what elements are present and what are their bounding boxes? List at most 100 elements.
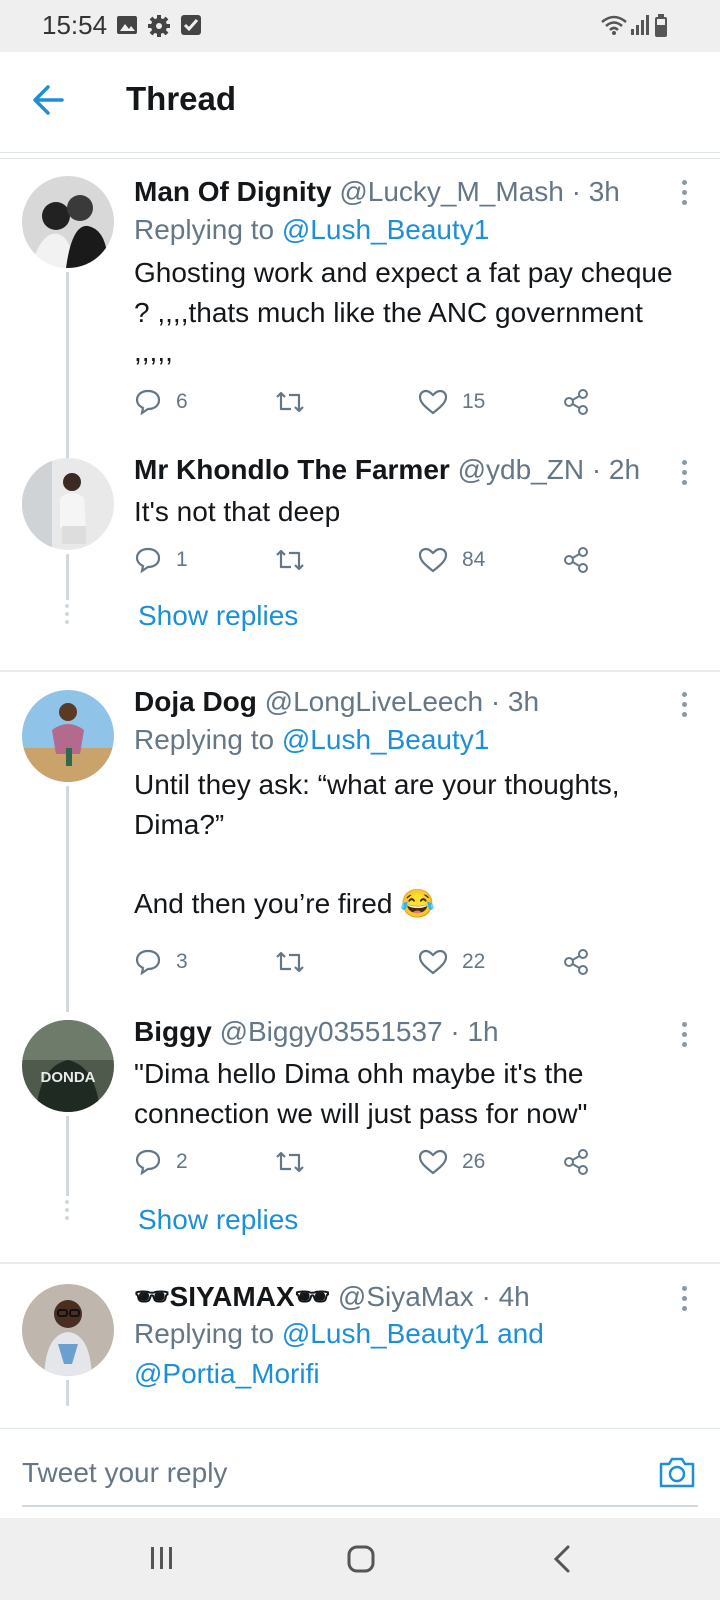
mention-link[interactable]: @Lush_Beauty1 bbox=[282, 214, 489, 245]
thread-line bbox=[66, 786, 69, 1012]
check-notification-icon bbox=[181, 15, 201, 35]
share-icon bbox=[564, 949, 588, 975]
author-handle: @SiyaMax · 4h bbox=[337, 1281, 530, 1312]
more-icon[interactable] bbox=[682, 1022, 687, 1052]
back-arrow-icon[interactable] bbox=[30, 82, 66, 118]
reply-button[interactable]: 1 bbox=[134, 546, 188, 574]
avatar[interactable] bbox=[22, 1284, 114, 1376]
settings-notification-icon bbox=[148, 15, 170, 37]
reply-icon bbox=[135, 547, 161, 574]
like-button[interactable]: 15 bbox=[418, 388, 485, 416]
system-nav-bar bbox=[0, 1518, 720, 1600]
more-icon[interactable] bbox=[682, 180, 687, 210]
recents-icon[interactable] bbox=[148, 1544, 176, 1572]
page-title: Thread bbox=[126, 80, 237, 117]
author-name[interactable]: 🕶SIYAMAX🕶 bbox=[134, 1281, 330, 1312]
mention-link[interactable]: @Lush_Beauty1 bbox=[282, 724, 489, 755]
share-icon bbox=[564, 389, 588, 415]
like-icon bbox=[418, 547, 448, 573]
status-bar: 15:54 bbox=[0, 0, 720, 52]
reply-bar: Tweet your reply bbox=[0, 1428, 720, 1519]
share-button[interactable] bbox=[562, 948, 590, 976]
author-handle: @Biggy03551537 · 1h bbox=[219, 1016, 499, 1047]
more-icon[interactable] bbox=[682, 1286, 687, 1316]
like-button[interactable]: 84 bbox=[418, 546, 485, 574]
retweet-button[interactable] bbox=[274, 1148, 306, 1176]
thread-dots bbox=[65, 604, 69, 628]
retweet-icon bbox=[276, 1151, 304, 1173]
header-divider bbox=[0, 158, 720, 159]
reply-icon bbox=[135, 1149, 161, 1176]
reply-icon bbox=[135, 389, 161, 416]
retweet-icon bbox=[276, 549, 304, 571]
author-handle: @LongLiveLeech · 3h bbox=[264, 686, 540, 717]
retweet-button[interactable] bbox=[274, 948, 306, 976]
tweet-actions: 2 26 bbox=[134, 1148, 614, 1182]
wifi-icon bbox=[601, 15, 627, 35]
tweet-actions: 3 22 bbox=[134, 948, 614, 982]
share-icon bbox=[564, 547, 588, 573]
thread-dots bbox=[65, 1200, 69, 1224]
tweet-header: Man Of Dignity @Lucky_M_Mash · 3h bbox=[134, 176, 620, 208]
avatar[interactable]: DONDA bbox=[22, 1020, 114, 1112]
reply-icon bbox=[135, 949, 161, 976]
signal-icon bbox=[631, 15, 649, 35]
retweet-button[interactable] bbox=[274, 388, 306, 416]
author-handle: @ydb_ZN · 2h bbox=[457, 454, 641, 485]
share-button[interactable] bbox=[562, 388, 590, 416]
tweet-text: Ghosting work and expect a fat pay chequ… bbox=[134, 257, 673, 367]
conversation-divider bbox=[0, 1262, 720, 1264]
tweet-reply-input[interactable]: Tweet your reply bbox=[22, 1457, 227, 1489]
share-button[interactable] bbox=[562, 546, 590, 574]
tweet-header: Biggy @Biggy03551537 · 1h bbox=[134, 1016, 499, 1048]
conversation-divider bbox=[0, 670, 720, 672]
show-replies-link[interactable]: Show replies bbox=[138, 600, 298, 632]
battery-icon bbox=[655, 14, 667, 37]
like-icon bbox=[418, 949, 448, 975]
scroll-clip bbox=[0, 1406, 720, 1428]
thread-line bbox=[66, 1116, 69, 1196]
more-icon[interactable] bbox=[682, 460, 687, 490]
mention-link[interactable]: @Portia_Morifi bbox=[134, 1358, 320, 1389]
thread-line bbox=[66, 554, 69, 600]
reply-button[interactable]: 6 bbox=[134, 388, 188, 416]
like-icon bbox=[418, 389, 448, 415]
nav-back-icon[interactable] bbox=[552, 1544, 572, 1574]
thread-line bbox=[66, 272, 69, 458]
reply-button[interactable]: 2 bbox=[134, 1148, 188, 1176]
mention-link[interactable]: @Lush_Beauty1 and bbox=[282, 1318, 544, 1349]
author-name[interactable]: Doja Dog bbox=[134, 686, 257, 717]
replying-to: Replying to @Lush_Beauty1 bbox=[134, 214, 490, 245]
avatar[interactable] bbox=[22, 690, 114, 782]
tweet-text: Until they ask: “what are your thoughts,… bbox=[134, 769, 620, 919]
retweet-icon bbox=[276, 391, 304, 413]
tweet-actions: 1 84 bbox=[134, 546, 614, 580]
tweet-header: Doja Dog @LongLiveLeech · 3h bbox=[134, 686, 539, 718]
share-button[interactable] bbox=[562, 1148, 590, 1176]
avatar[interactable] bbox=[22, 176, 114, 268]
home-icon[interactable] bbox=[346, 1544, 376, 1574]
show-replies-link[interactable]: Show replies bbox=[138, 1204, 298, 1236]
replying-to-continued: @Portia_Morifi bbox=[134, 1358, 320, 1390]
author-name[interactable]: Mr Khondlo The Farmer bbox=[134, 454, 450, 485]
camera-icon[interactable] bbox=[658, 1455, 696, 1489]
author-handle: @Lucky_M_Mash · 3h bbox=[339, 176, 620, 207]
gallery-notification-icon bbox=[117, 16, 137, 34]
like-button[interactable]: 26 bbox=[418, 1148, 485, 1176]
app-bar: Thread bbox=[0, 52, 720, 153]
author-name[interactable]: Man Of Dignity bbox=[134, 176, 332, 207]
reply-button[interactable]: 3 bbox=[134, 948, 188, 976]
author-name[interactable]: Biggy bbox=[134, 1016, 212, 1047]
retweet-button[interactable] bbox=[274, 546, 306, 574]
replying-to: Replying to @Lush_Beauty1 bbox=[134, 724, 490, 755]
more-icon[interactable] bbox=[682, 692, 687, 722]
share-icon bbox=[564, 1149, 588, 1175]
like-button[interactable]: 22 bbox=[418, 948, 485, 976]
tweet-actions: 6 15 bbox=[134, 388, 614, 422]
tweet-header: Mr Khondlo The Farmer @ydb_ZN · 2h bbox=[134, 454, 640, 486]
reply-input-underline bbox=[22, 1505, 698, 1507]
avatar[interactable] bbox=[22, 458, 114, 550]
tweet-header: 🕶SIYAMAX🕶 @SiyaMax · 4h bbox=[134, 1280, 530, 1313]
tweet-text: "Dima hello Dima ohh maybe it's the conn… bbox=[134, 1058, 588, 1129]
avatar-text: DONDA bbox=[41, 1069, 96, 1086]
